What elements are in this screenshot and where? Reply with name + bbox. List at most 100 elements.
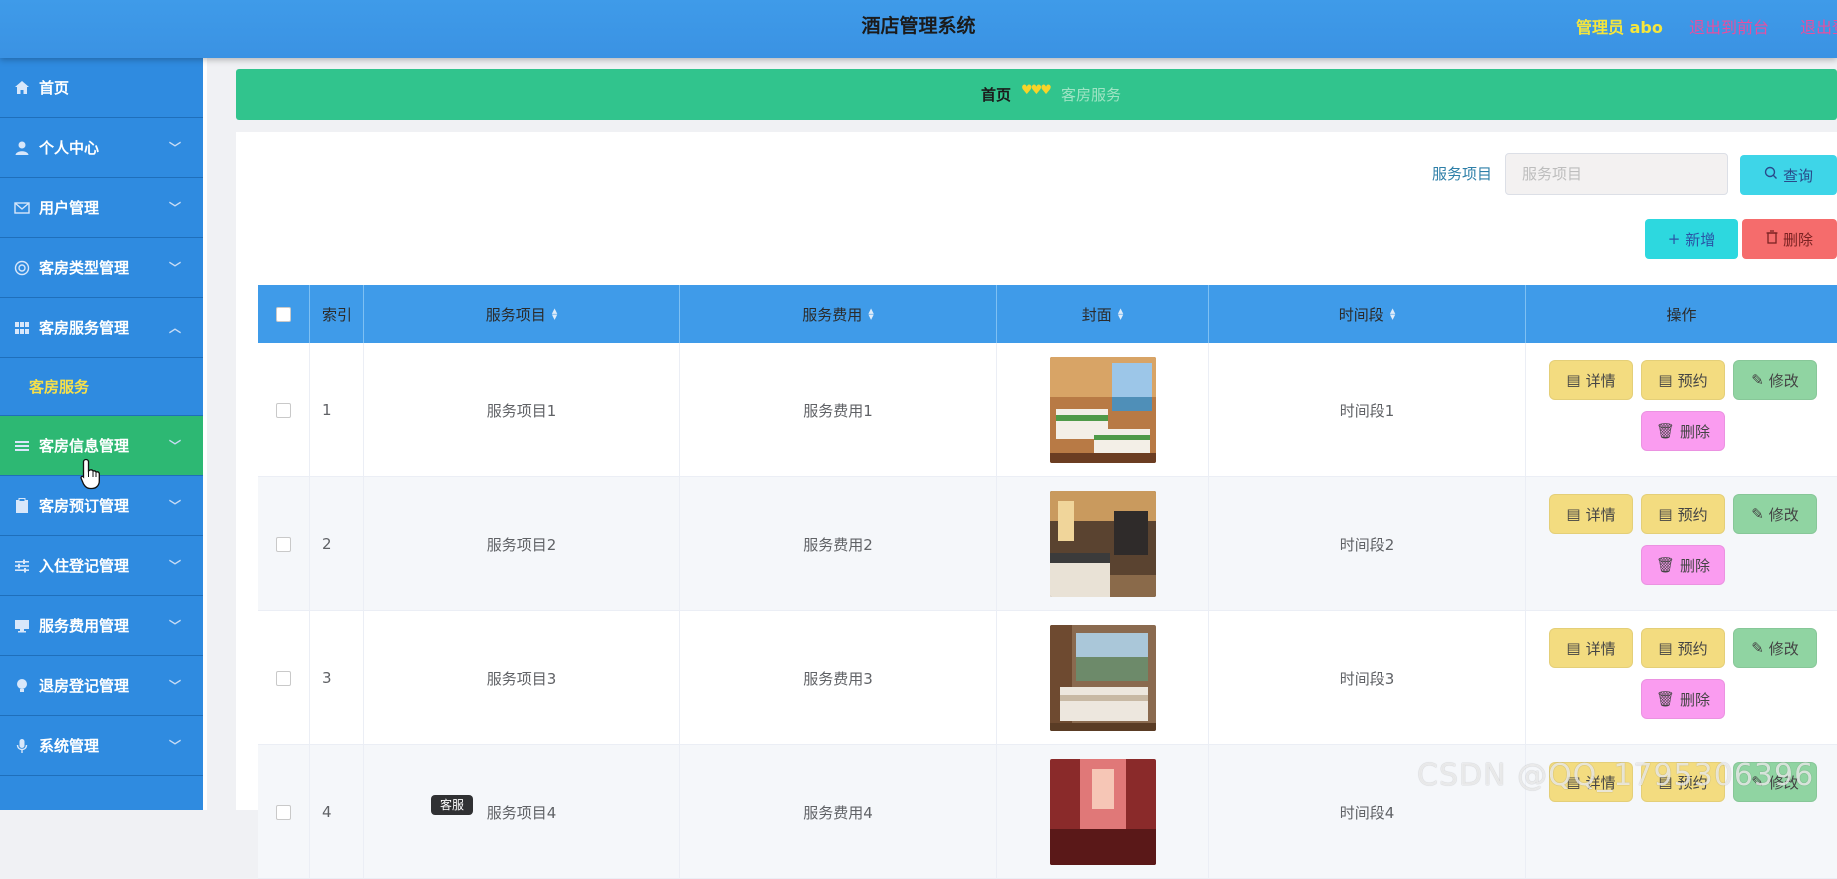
sidebar-item-home[interactable]: 首页: [0, 58, 203, 118]
search-label: 服务项目: [1432, 165, 1493, 183]
sidebar-item-checkin[interactable]: 入住登记管理 ﹀: [0, 536, 203, 596]
delete-button[interactable]: 🗑 删除: [1641, 411, 1725, 451]
query-button[interactable]: 查询: [1740, 155, 1837, 195]
breadcrumb-home[interactable]: 首页: [981, 84, 1011, 105]
sidebar-item-users[interactable]: 用户管理 ﹀: [0, 178, 203, 238]
reserve-button[interactable]: ▤ 预约: [1641, 628, 1725, 668]
edit-button[interactable]: ✎ 修改: [1733, 494, 1817, 534]
clipboard-icon: [13, 497, 31, 515]
trash-icon: 🗑: [1655, 690, 1676, 708]
sidebar-item-label: 用户管理: [39, 199, 100, 217]
bulb-icon: [13, 677, 31, 695]
app-title: 酒店管理系统: [861, 15, 976, 37]
cell-fee: 服务费用1: [680, 343, 997, 477]
search-input[interactable]: [1505, 153, 1728, 195]
detail-button[interactable]: ▤ 详情: [1549, 360, 1633, 400]
row-checkbox[interactable]: [276, 536, 291, 552]
home-icon: [13, 79, 31, 97]
hand-cursor-icon: [80, 458, 102, 494]
top-header: 酒店管理系统 管理员 abo 退出到前台 退出登录: [0, 0, 1837, 58]
sidebar-item-service-fees[interactable]: 服务费用管理 ﹀: [0, 596, 203, 656]
column-header-actions: 操作: [1666, 305, 1697, 324]
add-button-label: 新增: [1685, 230, 1716, 249]
chevron-up-icon: ︿: [168, 321, 181, 335]
pencil-icon: ✎: [1751, 505, 1764, 523]
cell-item: 服务项目4: [364, 745, 680, 879]
batch-delete-button[interactable]: 删除: [1742, 219, 1837, 259]
cell-period: 时间段2: [1209, 477, 1526, 611]
row-checkbox-cell: [258, 745, 310, 879]
edit-button[interactable]: ✎ 修改: [1733, 628, 1817, 668]
cover-image: [1049, 491, 1156, 597]
column-header-item[interactable]: 服务项目 ▲ ▼: [364, 285, 680, 343]
sidebar-item-label: 退房登记管理: [39, 677, 130, 695]
cell-item: 服务项目1: [364, 343, 680, 477]
cell-index: 1: [310, 343, 364, 477]
sidebar-item-system[interactable]: 系统管理 ﹀: [0, 716, 203, 776]
column-header-fee[interactable]: 服务费用 ▲ ▼: [680, 285, 997, 343]
cell-period: 时间段1: [1209, 343, 1526, 477]
chevron-down-icon: ﹀: [168, 261, 181, 275]
submenu-room-service[interactable]: 客房服务: [0, 358, 203, 416]
pencil-icon: ✎: [1751, 371, 1764, 389]
logout-link[interactable]: 退出登录: [1800, 14, 1837, 38]
row-checkbox[interactable]: [276, 804, 291, 820]
select-all-checkbox[interactable]: [276, 306, 291, 322]
sidebar-item-label: 系统管理: [39, 737, 100, 755]
monitor-icon: [13, 617, 31, 635]
cell-period: 时间段3: [1209, 611, 1526, 745]
heart-separator-icon: ♥♥♥: [1021, 83, 1052, 98]
trash-icon: [1766, 230, 1778, 248]
sidebar-item-label: 服务费用管理: [39, 617, 130, 635]
add-button[interactable]: + 新增: [1645, 219, 1738, 259]
sort-icon: ▲ ▼: [1389, 307, 1396, 321]
sidebar-item-room-services[interactable]: 客房服务管理 ︿: [0, 298, 203, 358]
cell-index: 3: [310, 611, 364, 745]
row-checkbox[interactable]: [276, 670, 291, 686]
sidebar-item-label: 个人中心: [39, 139, 100, 157]
sort-icon: ▲ ▼: [551, 307, 558, 321]
cell-cover: [997, 611, 1209, 745]
sidebar-item-profile[interactable]: 个人中心 ﹀: [0, 118, 203, 178]
cell-index: 4: [310, 745, 364, 879]
row-checkbox-cell: [258, 477, 310, 611]
cover-image: [1049, 357, 1156, 463]
detail-button[interactable]: ▤ 详情: [1549, 628, 1633, 668]
chevron-down-icon: ﹀: [168, 679, 181, 693]
column-header-index: 索引: [310, 285, 364, 343]
back-to-front-link[interactable]: 退出到前台: [1689, 14, 1769, 38]
delete-button[interactable]: 🗑 删除: [1641, 679, 1725, 719]
breadcrumb: 首页 ♥♥♥ 客房服务: [236, 69, 1837, 120]
current-user: 管理员 abo: [1576, 18, 1663, 37]
tooltip: 客服: [431, 795, 473, 815]
column-header-period[interactable]: 时间段 ▲ ▼: [1209, 285, 1526, 343]
document-icon: ▤: [1566, 639, 1581, 657]
document-icon: ▤: [1566, 371, 1581, 389]
edit-button[interactable]: ✎ 修改: [1733, 360, 1817, 400]
trash-icon: 🗑: [1655, 556, 1676, 574]
chevron-down-icon: ﹀: [168, 559, 181, 573]
delete-button[interactable]: 🗑 删除: [1641, 545, 1725, 585]
reserve-button[interactable]: ▤ 预约: [1641, 360, 1725, 400]
cell-fee: 服务费用4: [680, 745, 997, 879]
sidebar-item-checkout[interactable]: 退房登记管理 ﹀: [0, 656, 203, 716]
cell-actions: ▤ 详情 ▤ 预约 ✎ 修改 🗑 删除: [1526, 477, 1837, 611]
chevron-down-icon: ﹀: [168, 739, 181, 753]
list-icon: [13, 437, 31, 455]
table-row: 3 服务项目3 服务费用3 时间段3 ▤ 详情 ▤ 预约 ✎ 修改 🗑 删除: [258, 611, 1837, 745]
detail-button[interactable]: ▤ 详情: [1549, 494, 1633, 534]
watermark: CSDN @QQ_1795306396: [1417, 758, 1815, 793]
sidebar-item-room-types[interactable]: 客房类型管理 ﹀: [0, 238, 203, 298]
row-checkbox[interactable]: [276, 402, 291, 418]
cover-image: [1049, 759, 1156, 865]
cell-cover: [997, 477, 1209, 611]
sidebar-item-label: 首页: [39, 79, 70, 97]
chevron-down-icon: ﹀: [168, 499, 181, 513]
document-icon: ▤: [1566, 505, 1581, 523]
column-header-cover[interactable]: 封面 ▲ ▼: [997, 285, 1209, 343]
globe-icon: [13, 259, 31, 277]
table-row: 2 服务项目2 服务费用2 时间段2 ▤ 详情 ▤ 预约 ✎ 修改 🗑 删除: [258, 477, 1837, 611]
reserve-button[interactable]: ▤ 预约: [1641, 494, 1725, 534]
submenu-label: 客房服务: [29, 378, 90, 396]
cover-image: [1049, 625, 1156, 731]
